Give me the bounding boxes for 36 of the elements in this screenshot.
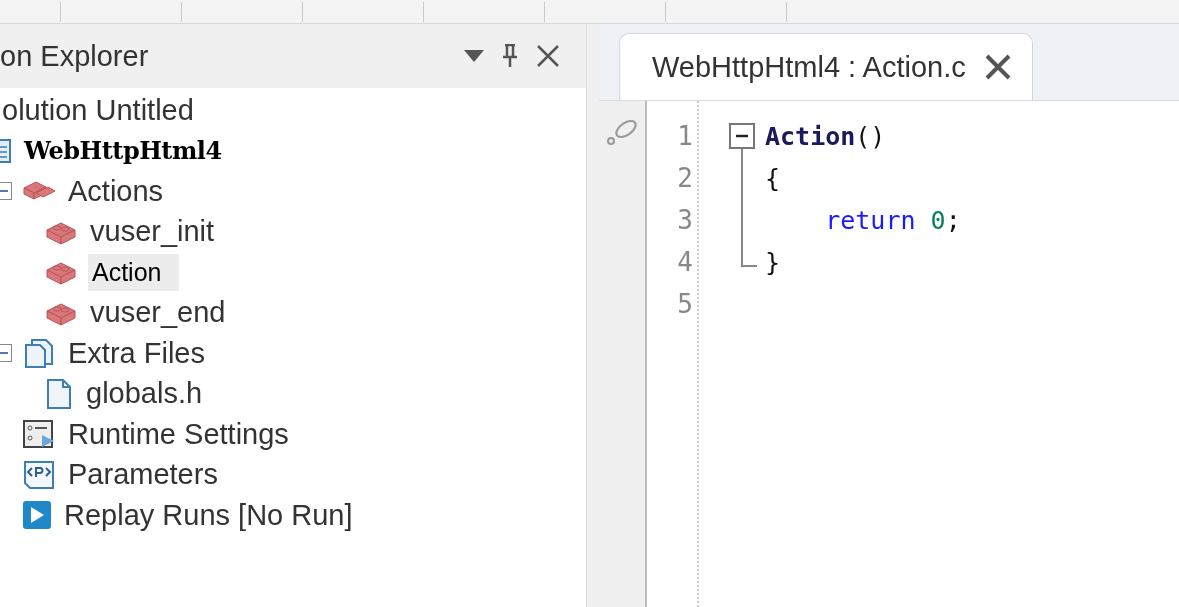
tree-item[interactable]: Replay Runs [No Run] [62, 498, 355, 532]
tree-item[interactable]: Runtime Settings [66, 417, 291, 451]
line-number: 3 [677, 204, 693, 237]
dropdown-arrow-icon[interactable] [464, 50, 484, 62]
code-line: return 0; [824, 205, 961, 235]
tree-item[interactable]: Parameters [66, 458, 220, 492]
code-line: Action() [765, 121, 886, 151]
document-icon [44, 377, 74, 410]
parameter-icon [22, 459, 56, 490]
marker-icon [604, 117, 640, 147]
code-line: } [765, 247, 781, 277]
settings-panel-icon [22, 419, 56, 450]
close-icon[interactable] [536, 44, 560, 68]
line-number: 4 [677, 246, 693, 279]
line-number: 1 [677, 120, 693, 153]
fold-toggle[interactable] [729, 123, 755, 149]
tree-item[interactable]: vuser_end [88, 296, 228, 330]
tree-item[interactable]: vuser_init [88, 215, 217, 249]
tree-item[interactable]: Extra Files [66, 336, 207, 370]
close-icon[interactable] [983, 53, 1012, 81]
documents-icon [22, 338, 56, 369]
tree-item[interactable]: WebHttpHtml4 [22, 136, 224, 166]
collapse-toggle[interactable] [0, 344, 12, 363]
tree-item[interactable]: Action [88, 253, 180, 291]
tree-item[interactable]: globals.h [84, 377, 205, 411]
code-line: { [765, 163, 781, 193]
pin-icon[interactable] [502, 44, 518, 68]
line-number: 5 [677, 288, 693, 321]
line-number: 2 [677, 162, 693, 195]
collapse-toggle[interactable] [0, 182, 12, 201]
tree-item[interactable]: olution Untitled [0, 93, 196, 127]
document-icon [0, 137, 12, 164]
panel-title: on Explorer [0, 39, 149, 73]
play-icon [22, 500, 52, 531]
tree-item[interactable]: Actions [66, 174, 166, 208]
editor-tab[interactable]: WebHttpHtml4 : Action.c [619, 33, 1033, 100]
